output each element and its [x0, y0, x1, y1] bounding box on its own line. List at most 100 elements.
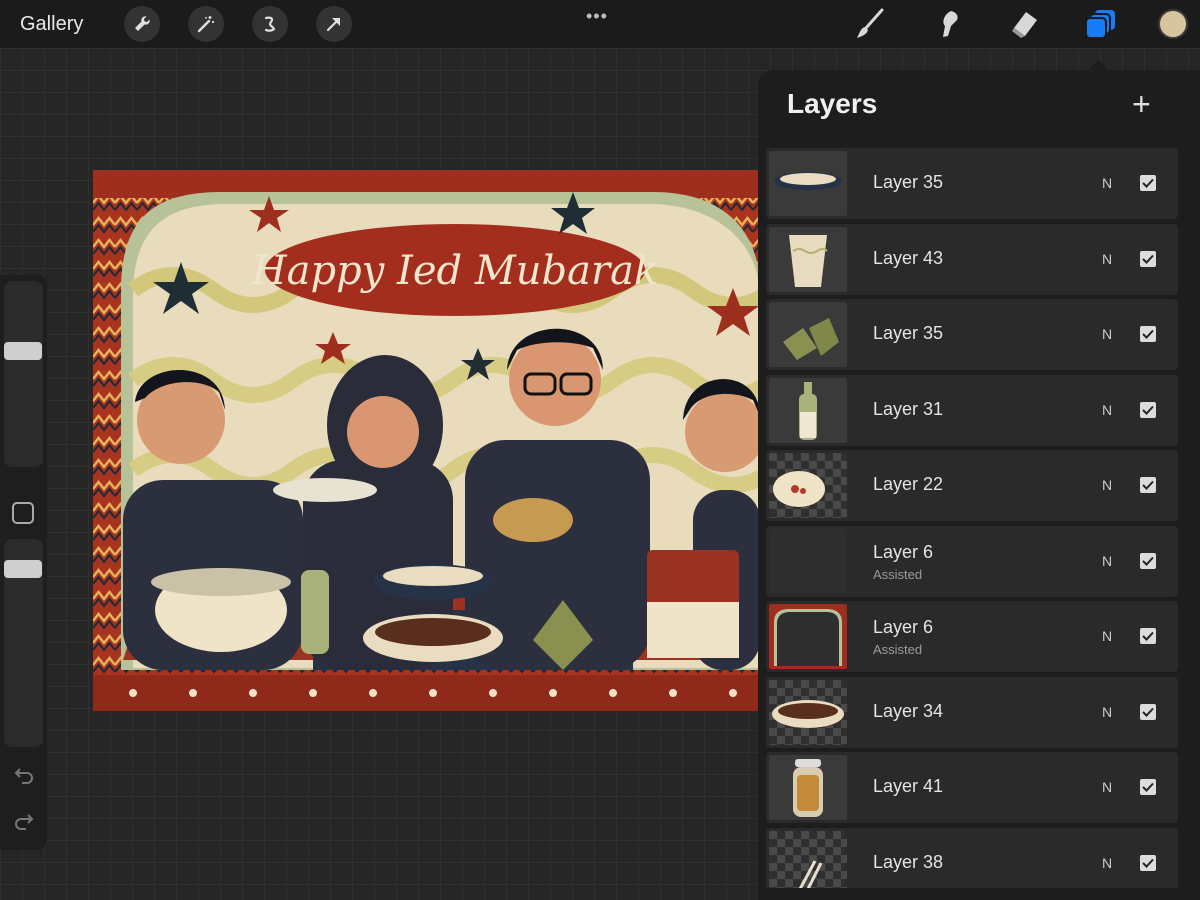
- checkmark-icon: [1142, 858, 1154, 868]
- layer-name: Layer 6: [873, 617, 934, 637]
- layer-thumbnail: [769, 528, 847, 594]
- visibility-checkbox[interactable]: [1140, 477, 1156, 493]
- blend-mode[interactable]: N: [1102, 855, 1112, 871]
- checkmark-icon: [1142, 782, 1154, 792]
- visibility-checkbox[interactable]: [1140, 326, 1156, 342]
- artwork-canvas[interactable]: Happy Ied Mubarak: [93, 170, 760, 711]
- layer-row[interactable]: Layer 41 N: [766, 752, 1178, 823]
- more-dots[interactable]: •••: [586, 6, 608, 27]
- checkmark-icon: [1142, 480, 1154, 490]
- blend-mode[interactable]: N: [1102, 402, 1112, 418]
- layer-row[interactable]: Layer 35 N: [766, 148, 1178, 219]
- layer-name: Layer 31: [873, 398, 944, 419]
- layers-button[interactable]: [1081, 4, 1121, 44]
- color-swatch[interactable]: [1158, 9, 1188, 39]
- layers-panel: Layers + Layer 35 N Layer 43 N Layer 35 …: [758, 60, 1200, 900]
- checkmark-icon: [1142, 707, 1154, 717]
- layer-name: Layer 41: [873, 776, 944, 796]
- selection-button[interactable]: [252, 6, 288, 42]
- eraser-icon: [1012, 12, 1037, 38]
- layer-thumbnail: [769, 226, 847, 292]
- right-tools: [850, 0, 1200, 48]
- magic-wand-icon: [197, 16, 214, 33]
- blend-mode[interactable]: N: [1102, 553, 1112, 569]
- modify-button[interactable]: [12, 502, 34, 524]
- blend-mode[interactable]: N: [1102, 251, 1112, 267]
- layer-name: Layer 34: [873, 700, 944, 721]
- brush-icon: [857, 8, 884, 38]
- visibility-checkbox[interactable]: [1140, 175, 1156, 191]
- layer-name: Layer 35: [873, 172, 944, 192]
- smudge-icon: [943, 11, 958, 37]
- selection-icon: [264, 16, 276, 32]
- layer-thumbnail: [769, 453, 847, 518]
- layer-thumbnail: [769, 679, 847, 745]
- visibility-checkbox[interactable]: [1140, 552, 1156, 569]
- eid-illustration: Happy Ied Mubarak: [93, 170, 760, 711]
- layer-row[interactable]: Layer 43 N: [766, 223, 1178, 295]
- layer-name: Layer 22: [873, 474, 944, 494]
- transform-arrow-icon: [326, 17, 341, 32]
- visibility-checkbox[interactable]: [1140, 401, 1156, 418]
- blend-mode[interactable]: N: [1102, 326, 1112, 342]
- layer-row[interactable]: Layer 34 N: [766, 676, 1178, 748]
- checkmark-icon: [1142, 556, 1154, 566]
- layer-name: Layer 43: [873, 247, 944, 268]
- checkmark-icon: [1142, 631, 1154, 641]
- paint-brush-button[interactable]: [850, 4, 890, 44]
- visibility-checkbox[interactable]: [1140, 854, 1156, 871]
- redo-button[interactable]: [12, 809, 36, 833]
- redo-icon: [15, 814, 34, 830]
- layer-name: Layer 35: [873, 323, 944, 343]
- layer-thumbnail: [769, 755, 847, 820]
- opacity-thumb[interactable]: [4, 560, 42, 578]
- layer-thumbnail: [769, 830, 847, 888]
- add-layer-button[interactable]: +: [1132, 88, 1151, 120]
- undo-button[interactable]: [12, 763, 36, 787]
- layers-icon: [1085, 10, 1115, 39]
- top-toolbar: Gallery •••: [0, 0, 1200, 48]
- undo-icon: [14, 768, 33, 784]
- checkmark-icon: [1142, 178, 1154, 188]
- layer-row[interactable]: Layer 31 N: [766, 374, 1178, 446]
- visibility-checkbox[interactable]: [1140, 628, 1156, 644]
- visibility-checkbox[interactable]: [1140, 250, 1156, 267]
- layer-row[interactable]: Layer 6 Assisted N: [766, 525, 1178, 597]
- actions-button[interactable]: [124, 6, 160, 42]
- blend-mode[interactable]: N: [1102, 704, 1112, 720]
- blend-mode[interactable]: N: [1102, 628, 1112, 644]
- blend-mode[interactable]: N: [1102, 477, 1112, 493]
- layer-row[interactable]: Layer 38 N: [766, 827, 1178, 888]
- layers-title: Layers: [787, 88, 878, 119]
- layer-thumbnail: [769, 302, 847, 367]
- checkmark-icon: [1142, 254, 1154, 264]
- transform-button[interactable]: [316, 6, 352, 42]
- layer-row[interactable]: Layer 6 Assisted N: [766, 601, 1178, 672]
- gallery-button[interactable]: Gallery: [20, 13, 96, 36]
- adjustments-button[interactable]: [188, 6, 224, 42]
- left-sidebar: [0, 275, 47, 850]
- layer-name: Layer 6: [873, 541, 934, 562]
- checkmark-icon: [1142, 405, 1154, 415]
- checkmark-icon: [1142, 329, 1154, 339]
- blend-mode[interactable]: N: [1102, 175, 1112, 191]
- visibility-checkbox[interactable]: [1140, 779, 1156, 795]
- panel-caret: [1088, 60, 1108, 70]
- blend-mode[interactable]: N: [1102, 779, 1112, 795]
- wrench-icon: [135, 16, 150, 31]
- layer-row[interactable]: Layer 22 N: [766, 450, 1178, 521]
- layer-name: Layer 38: [873, 851, 944, 872]
- layer-list[interactable]: Layer 35 N Layer 43 N Layer 35 N Layer 3…: [766, 148, 1190, 888]
- layer-thumbnail: [769, 604, 847, 669]
- layer-thumbnail: [769, 377, 847, 443]
- eraser-button[interactable]: [1004, 4, 1044, 44]
- layer-subtitle: Assisted: [873, 566, 923, 582]
- layer-row[interactable]: Layer 35 N: [766, 299, 1178, 370]
- smudge-button[interactable]: [927, 4, 967, 44]
- layer-thumbnail: [769, 151, 847, 216]
- visibility-checkbox[interactable]: [1140, 703, 1156, 720]
- banner-text: Happy Ied Mubarak: [251, 248, 658, 294]
- layer-subtitle: Assisted: [873, 642, 923, 657]
- brush-size-thumb[interactable]: [4, 342, 42, 360]
- brush-size-slider[interactable]: [4, 281, 43, 467]
